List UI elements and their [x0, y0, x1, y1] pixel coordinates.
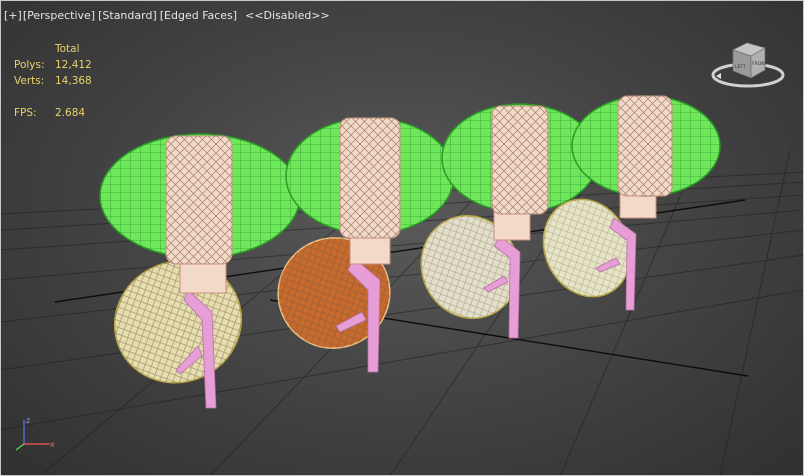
verts-label: Verts: [14, 75, 45, 87]
polys-label: Polys: [14, 59, 45, 71]
viewcube-icon[interactable]: LEFT FRONT [708, 38, 788, 92]
lamp-inner-tube-mesh [492, 106, 548, 214]
viewport-statistics: Total Polys: 12,412 Verts: 14,368 FPS: 2… [14, 41, 92, 121]
lamp-inner-tube-mesh [166, 136, 232, 264]
verts-value: 14,368 [55, 75, 92, 87]
fps-value: 2.684 [55, 107, 86, 119]
fps-label: FPS: [14, 107, 37, 119]
stats-header: Total [55, 43, 80, 55]
viewport-label-bar: [+] [Perspective] [Standard] [Edged Face… [4, 9, 330, 22]
lamp-inner-tube-mesh [618, 96, 672, 196]
polys-value: 12,412 [55, 59, 92, 71]
viewcube-compass-arrow-icon [716, 73, 721, 79]
viewcube-front-label: FRONT [752, 61, 768, 67]
axis-z-label: z [26, 416, 30, 425]
viewport-perspective[interactable]: [+] [Perspective] [Standard] [Edged Face… [0, 0, 804, 476]
axis-x-label: x [50, 440, 55, 449]
viewport-point-of-view-menu[interactable]: [Perspective] [23, 9, 95, 22]
viewport-per-view-preference-menu[interactable]: [Edged Faces] [160, 9, 237, 22]
viewport-general-menu[interactable]: [+] [4, 9, 22, 22]
viewport-disabled-label[interactable]: <<Disabled>> [245, 9, 330, 22]
viewcube-left-label: LEFT [735, 64, 746, 70]
lamp-backplate-wire [114, 261, 242, 383]
lamp-inner-tube-mesh [340, 118, 400, 238]
viewport-shading-menu[interactable]: [Standard] [98, 9, 157, 22]
axis-tripod-icon: z x [15, 416, 55, 451]
scene-canvas[interactable] [0, 0, 804, 476]
